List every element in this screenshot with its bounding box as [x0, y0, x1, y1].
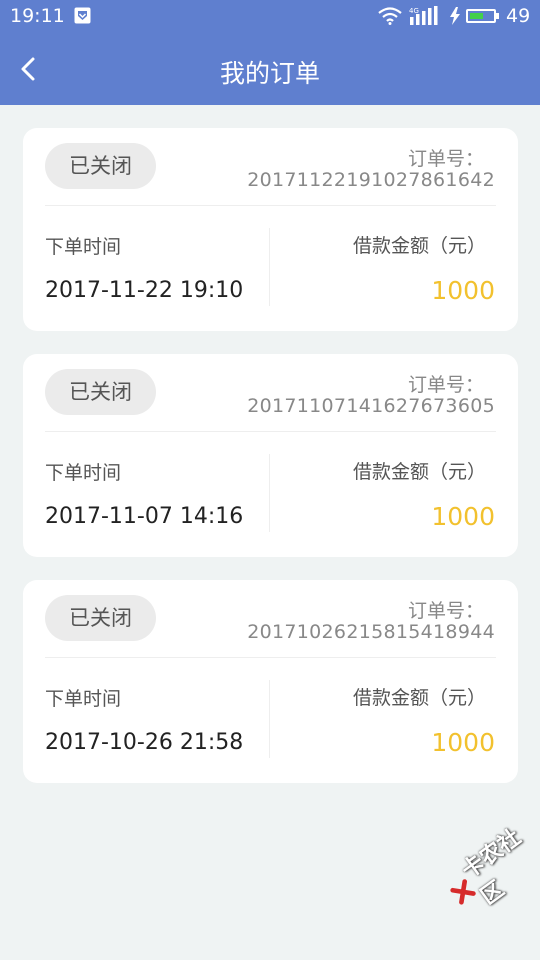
loan-amount: 1000	[431, 276, 495, 305]
status-badge: 已关闭	[45, 369, 156, 415]
battery-percent: 49	[506, 5, 531, 27]
loan-amount-label: 借款金额（元）	[352, 235, 486, 257]
watermark: 卡农社区	[436, 811, 540, 924]
order-time: 2017-11-07 14:16	[45, 504, 244, 529]
order-time-label: 下单时间	[45, 462, 122, 484]
order-number: 20171107141627673605	[247, 395, 495, 417]
vertical-divider	[269, 228, 270, 306]
order-number: 20171122191027861642	[247, 169, 495, 191]
battery-icon	[466, 9, 496, 23]
order-number-label: 订单号：	[407, 374, 484, 396]
order-card[interactable]: 已关闭 订单号： 20171107141627673605 下单时间 2017-…	[23, 354, 518, 557]
app-header: 我的订单	[0, 33, 540, 105]
wifi-icon	[378, 7, 402, 25]
vertical-divider	[269, 680, 270, 758]
loan-amount-label: 借款金额（元）	[352, 687, 486, 709]
loan-amount: 1000	[431, 502, 495, 531]
order-number-label: 订单号：	[407, 148, 484, 170]
order-time-label: 下单时间	[45, 688, 122, 710]
divider	[45, 205, 496, 206]
order-time: 2017-11-22 19:10	[45, 278, 244, 303]
signal-icon: 4G	[409, 6, 438, 25]
charging-icon	[450, 7, 460, 25]
vertical-divider	[269, 454, 270, 532]
status-badge: 已关闭	[45, 595, 156, 641]
divider	[45, 657, 496, 658]
battery-tip	[496, 13, 499, 19]
network-type: 4G	[409, 7, 419, 15]
order-time-label: 下单时间	[45, 236, 122, 258]
status-bar: 19:11 4G 49	[0, 0, 540, 33]
status-time: 19:11	[10, 5, 65, 27]
order-number-label: 订单号：	[407, 600, 484, 622]
order-card[interactable]: 已关闭 订单号： 20171026215815418944 下单时间 2017-…	[23, 580, 518, 783]
loan-amount: 1000	[431, 728, 495, 757]
notification-icon	[74, 7, 91, 24]
status-badge: 已关闭	[45, 143, 156, 189]
order-time: 2017-10-26 21:58	[45, 730, 244, 755]
loan-amount-label: 借款金额（元）	[352, 461, 486, 483]
page-title: 我的订单	[219, 59, 320, 88]
order-list: 已关闭 订单号： 20171122191027861642 下单时间 2017-…	[23, 128, 518, 806]
divider	[45, 431, 496, 432]
order-card[interactable]: 已关闭 订单号： 20171122191027861642 下单时间 2017-…	[23, 128, 518, 331]
order-number: 20171026215815418944	[247, 621, 495, 643]
